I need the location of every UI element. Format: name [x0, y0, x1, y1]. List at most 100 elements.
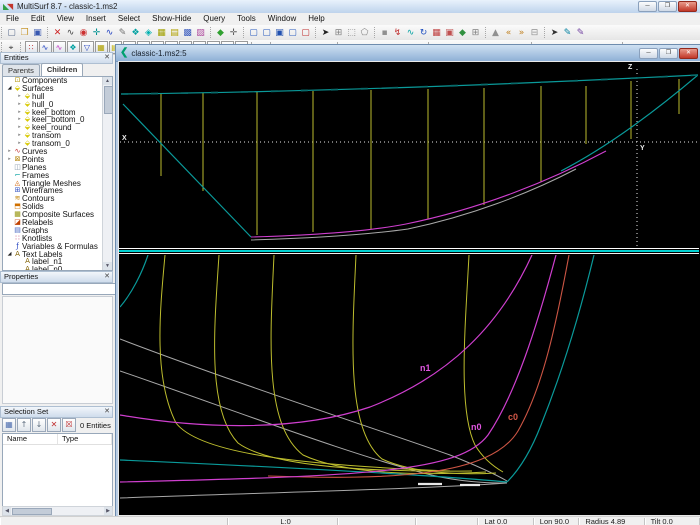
menu-insert[interactable]: Insert	[80, 13, 112, 25]
curvature-icon[interactable]: ↯	[392, 27, 404, 39]
child-close-button[interactable]: ✕	[679, 47, 698, 59]
pane-divider[interactable]	[119, 248, 699, 255]
scroll-left-icon[interactable]: ◀	[3, 507, 11, 515]
tree-item-hull[interactable]: ▸ ⬙ hull	[3, 92, 112, 101]
select-add-icon[interactable]: ⊞	[333, 27, 345, 39]
scroll-right-icon[interactable]: ▶	[104, 507, 112, 515]
step-forward-icon[interactable]: »	[516, 27, 528, 39]
minimize-button[interactable]: ─	[638, 1, 657, 12]
tree-item-surfaces[interactable]: ◢ ⬙ Surfaces	[3, 84, 112, 93]
step-back-icon[interactable]: «	[503, 27, 515, 39]
menu-help[interactable]: Help	[302, 13, 330, 25]
measure-icon[interactable]: ▪	[379, 27, 391, 39]
expand-icon[interactable]: ▸	[16, 101, 23, 109]
close-icon[interactable]: ✕	[104, 272, 110, 282]
menu-show-hide[interactable]: Show-Hide	[146, 13, 197, 25]
insert-lofted-surface-icon[interactable]: ◈	[143, 27, 155, 39]
maximize-button[interactable]: ❐	[658, 1, 677, 12]
child-restore-button[interactable]: ❐	[659, 47, 678, 59]
select-group: ➤ ⊞ ⬚ ⬠	[314, 25, 373, 40]
tree-scrollbar[interactable]: ▲ ▼	[102, 77, 112, 270]
pick-cursor-icon[interactable]: ✛	[228, 27, 240, 39]
selection-move-up-icon[interactable]: ↑	[17, 418, 31, 432]
collapse-icon[interactable]: ◢	[6, 85, 13, 93]
insert-contour-icon[interactable]: ▤	[169, 27, 181, 39]
select-box-icon[interactable]: ⬚	[346, 27, 358, 39]
insert-surface-icon[interactable]: ❖	[130, 27, 142, 39]
selection-move-down-icon[interactable]: ↓	[32, 418, 46, 432]
expand-icon[interactable]: ▸	[16, 116, 23, 124]
snap-toggle-icon[interactable]: ◆	[215, 27, 227, 39]
properties-panel-header[interactable]: Properties ✕	[0, 271, 113, 283]
menu-tools[interactable]: Tools	[231, 13, 262, 25]
edit-entity-icon[interactable]: ✎	[117, 27, 129, 39]
select-poly-icon[interactable]: ⬠	[359, 27, 371, 39]
cursor-select-icon[interactable]: ➤	[549, 27, 561, 39]
insert-composite-icon[interactable]: ▨	[195, 27, 207, 39]
cursor-edit-icon[interactable]: ✎	[562, 27, 574, 39]
insert-bspline-icon[interactable]: ∿	[104, 27, 116, 39]
cursor-query-icon[interactable]: ✎	[575, 27, 587, 39]
close-icon[interactable]: ✕	[104, 53, 110, 63]
profile-view-pane[interactable]: X Z Y	[120, 63, 698, 248]
grid-icon[interactable]: ⊞	[470, 27, 482, 39]
menu-file[interactable]: File	[0, 13, 25, 25]
select-arrow-icon[interactable]: ➤	[320, 27, 332, 39]
expand-icon[interactable]: ▸	[16, 132, 23, 140]
view-window-1-icon[interactable]: ▢	[248, 27, 260, 39]
child-minimize-button[interactable]: ─	[639, 47, 658, 59]
red-mesh-icon[interactable]: ▦	[431, 27, 443, 39]
play-icon[interactable]: ▲	[490, 27, 502, 39]
insert-wireframe-icon[interactable]: ▩	[182, 27, 194, 39]
tab-children[interactable]: Children	[40, 63, 84, 76]
expand-icon[interactable]: ▸	[16, 109, 23, 117]
selection-list-view-icon[interactable]: ▦	[2, 418, 16, 432]
selection-remove-icon[interactable]: ✕	[47, 418, 61, 432]
column-name[interactable]: Name	[3, 434, 58, 444]
perspective-view-drawing	[120, 255, 595, 499]
rotate-entity-icon[interactable]: ↻	[418, 27, 430, 39]
expand-icon[interactable]: ▸	[16, 124, 23, 132]
view-window-3-icon[interactable]: ▣	[274, 27, 286, 39]
column-type[interactable]: Type	[58, 434, 112, 444]
save-icon[interactable]: ▣	[32, 27, 44, 39]
collapse-icon[interactable]: ◢	[6, 251, 13, 259]
menu-view[interactable]: View	[51, 13, 80, 25]
expand-icon[interactable]: ▸	[16, 93, 23, 101]
stop-icon[interactable]: ⊟	[529, 27, 541, 39]
insert-mesh-icon[interactable]: ▦	[156, 27, 168, 39]
expand-icon[interactable]: ▸	[6, 156, 13, 164]
scroll-thumb[interactable]	[12, 508, 52, 515]
delete-entity-icon[interactable]: ✕	[52, 27, 64, 39]
menu-window[interactable]: Window	[262, 13, 302, 25]
scroll-down-icon[interactable]: ▼	[103, 262, 112, 270]
scroll-thumb[interactable]	[104, 86, 112, 114]
menu-select[interactable]: Select	[112, 13, 146, 25]
selection-set-header[interactable]: Selection Set ✕	[0, 406, 113, 418]
insert-bead-icon[interactable]: ✛	[91, 27, 103, 39]
new-file-icon[interactable]: ▢	[6, 27, 18, 39]
viewport-title-bar[interactable]: ❮ classic-1.ms2:5 ─ ❐ ✕	[116, 45, 700, 62]
insert-curve-icon[interactable]: ∿	[65, 27, 77, 39]
check-model-icon[interactable]: ◆	[457, 27, 469, 39]
view-window-2-icon[interactable]: ▢	[261, 27, 273, 39]
menu-edit[interactable]: Edit	[25, 13, 51, 25]
scroll-up-icon[interactable]: ▲	[103, 77, 112, 85]
red-surface-icon[interactable]: ▣	[444, 27, 456, 39]
view-window-4-icon[interactable]: ▢	[287, 27, 299, 39]
open-file-icon[interactable]: ❒	[19, 27, 31, 39]
selection-hscrollbar[interactable]: ◀ ▶	[2, 506, 113, 516]
animation-group: ▲ «» ⊟	[484, 25, 543, 40]
expand-icon[interactable]: ▸	[6, 148, 13, 156]
close-icon[interactable]: ✕	[104, 407, 110, 417]
close-button[interactable]: ✕	[678, 1, 697, 12]
selection-clear-icon[interactable]: ☒	[62, 418, 76, 432]
view-window-5-icon[interactable]: ▢	[300, 27, 312, 39]
menu-query[interactable]: Query	[197, 13, 231, 25]
insert-point-icon[interactable]: ◉	[78, 27, 90, 39]
perspective-view-pane[interactable]: n1 n0 c0	[120, 255, 698, 511]
flowline-icon[interactable]: ∿	[405, 27, 417, 39]
selection-list[interactable]: Name Type	[2, 433, 113, 508]
tab-parents[interactable]: Parents	[2, 64, 40, 76]
snap-cursor-icon[interactable]: ⌖	[6, 42, 17, 53]
